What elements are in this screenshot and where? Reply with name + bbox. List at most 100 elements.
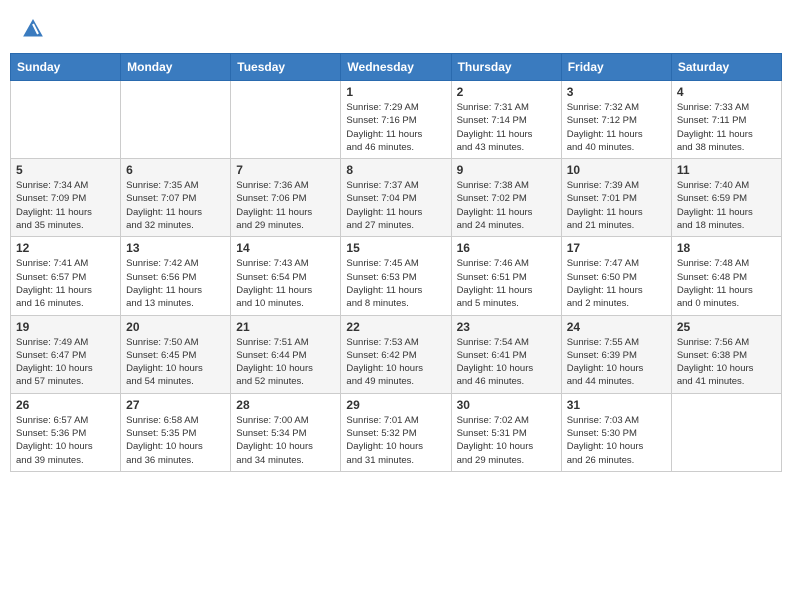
day-info: Sunrise: 7:39 AMSunset: 7:01 PMDaylight:… [567, 179, 666, 232]
logo-icon [22, 18, 44, 40]
calendar-day-28: 28 Sunrise: 7:00 AMSunset: 5:34 PMDayligh… [231, 393, 341, 471]
calendar-day-24: 24Sunrise: 7:55 AMSunset: 6:39 PMDayligh… [561, 315, 671, 393]
day-number: 28 [236, 398, 335, 412]
day-info: Sunrise: 7:42 AMSunset: 6:56 PMDaylight:… [126, 257, 225, 310]
calendar-day-2: 2 Sunrise: 7:31 AMSunset: 7:14 PMDaylight… [451, 81, 561, 159]
calendar-week-5: 26 Sunrise: 6:57 AMSunset: 5:36 PMDayligh… [11, 393, 782, 471]
calendar-table: SundayMondayTuesdayWednesdayThursdayFrid… [10, 53, 782, 472]
day-number: 20 [126, 320, 225, 334]
day-info: Sunrise: 7:32 AMSunset: 7:12 PMDaylight:… [567, 101, 666, 154]
calendar-day-18: 18Sunrise: 7:48 AMSunset: 6:48 PMDayligh… [671, 237, 781, 315]
day-number: 25 [677, 320, 776, 334]
calendar-day-9: 9 Sunrise: 7:38 AMSunset: 7:02 PMDaylight… [451, 159, 561, 237]
day-info: Sunrise: 6:57 AMSunset: 5:36 PMDaylight:… [16, 414, 115, 467]
day-number: 24 [567, 320, 666, 334]
day-number: 6 [126, 163, 225, 177]
day-header-monday: Monday [121, 54, 231, 81]
day-number: 11 [677, 163, 776, 177]
day-info: Sunrise: 7:29 AMSunset: 7:16 PMDaylight:… [346, 101, 445, 154]
day-info: Sunrise: 7:38 AMSunset: 7:02 PMDaylight:… [457, 179, 556, 232]
day-info: Sunrise: 7:31 AMSunset: 7:14 PMDaylight:… [457, 101, 556, 154]
calendar-day-25: 25 Sunrise: 7:56 AMSunset: 6:38 PMDayligh… [671, 315, 781, 393]
calendar-day-22: 22 Sunrise: 7:53 AMSunset: 6:42 PMDayligh… [341, 315, 451, 393]
day-info: Sunrise: 7:34 AMSunset: 7:09 PMDaylight:… [16, 179, 115, 232]
day-info: Sunrise: 7:00 AMSunset: 5:34 PMDaylight:… [236, 414, 335, 467]
day-info: Sunrise: 7:47 AMSunset: 6:50 PMDaylight:… [567, 257, 666, 310]
calendar-day-26: 26 Sunrise: 6:57 AMSunset: 5:36 PMDayligh… [11, 393, 121, 471]
day-header-thursday: Thursday [451, 54, 561, 81]
day-info: Sunrise: 7:45 AMSunset: 6:53 PMDaylight:… [346, 257, 445, 310]
day-number: 30 [457, 398, 556, 412]
calendar-day-3: 3 Sunrise: 7:32 AMSunset: 7:12 PMDaylight… [561, 81, 671, 159]
day-number: 16 [457, 241, 556, 255]
calendar-day-7: 7Sunrise: 7:36 AMSunset: 7:06 PMDaylight… [231, 159, 341, 237]
day-info: Sunrise: 6:58 AMSunset: 5:35 PMDaylight:… [126, 414, 225, 467]
day-header-friday: Friday [561, 54, 671, 81]
calendar-week-4: 19 Sunrise: 7:49 AMSunset: 6:47 PMDayligh… [11, 315, 782, 393]
day-info: Sunrise: 7:41 AMSunset: 6:57 PMDaylight:… [16, 257, 115, 310]
day-info: Sunrise: 7:53 AMSunset: 6:42 PMDaylight:… [346, 336, 445, 389]
day-info: Sunrise: 7:33 AMSunset: 7:11 PMDaylight:… [677, 101, 776, 154]
day-number: 15 [346, 241, 445, 255]
day-info: Sunrise: 7:01 AMSunset: 5:32 PMDaylight:… [346, 414, 445, 467]
calendar-header-row: SundayMondayTuesdayWednesdayThursdayFrid… [11, 54, 782, 81]
day-number: 27 [126, 398, 225, 412]
calendar-day-23: 23 Sunrise: 7:54 AMSunset: 6:41 PMDayligh… [451, 315, 561, 393]
calendar-day-21: 21 Sunrise: 7:51 AMSunset: 6:44 PMDayligh… [231, 315, 341, 393]
day-number: 23 [457, 320, 556, 334]
day-info: Sunrise: 7:49 AMSunset: 6:47 PMDaylight:… [16, 336, 115, 389]
day-info: Sunrise: 7:37 AMSunset: 7:04 PMDaylight:… [346, 179, 445, 232]
day-info: Sunrise: 7:56 AMSunset: 6:38 PMDaylight:… [677, 336, 776, 389]
calendar-day-11: 11 Sunrise: 7:40 AMSunset: 6:59 PMDayligh… [671, 159, 781, 237]
calendar-day-16: 16 Sunrise: 7:46 AMSunset: 6:51 PMDayligh… [451, 237, 561, 315]
day-header-wednesday: Wednesday [341, 54, 451, 81]
day-number: 22 [346, 320, 445, 334]
day-number: 10 [567, 163, 666, 177]
calendar-day-10: 10 Sunrise: 7:39 AMSunset: 7:01 PMDayligh… [561, 159, 671, 237]
day-number: 31 [567, 398, 666, 412]
calendar-day-19: 19 Sunrise: 7:49 AMSunset: 6:47 PMDayligh… [11, 315, 121, 393]
day-number: 17 [567, 241, 666, 255]
calendar-day-6: 6 Sunrise: 7:35 AMSunset: 7:07 PMDaylight… [121, 159, 231, 237]
calendar-week-1: 1 Sunrise: 7:29 AMSunset: 7:16 PMDaylight… [11, 81, 782, 159]
day-info: Sunrise: 7:43 AMSunset: 6:54 PMDaylight:… [236, 257, 335, 310]
calendar-day-8: 8Sunrise: 7:37 AMSunset: 7:04 PMDaylight… [341, 159, 451, 237]
day-number: 26 [16, 398, 115, 412]
calendar-day-12: 12 Sunrise: 7:41 AMSunset: 6:57 PMDayligh… [11, 237, 121, 315]
day-number: 12 [16, 241, 115, 255]
day-info: Sunrise: 7:36 AMSunset: 7:06 PMDaylight:… [236, 179, 335, 232]
day-number: 9 [457, 163, 556, 177]
day-info: Sunrise: 7:51 AMSunset: 6:44 PMDaylight:… [236, 336, 335, 389]
day-info: Sunrise: 7:50 AMSunset: 6:45 PMDaylight:… [126, 336, 225, 389]
day-info: Sunrise: 7:54 AMSunset: 6:41 PMDaylight:… [457, 336, 556, 389]
day-info: Sunrise: 7:02 AMSunset: 5:31 PMDaylight:… [457, 414, 556, 467]
day-info: Sunrise: 7:03 AMSunset: 5:30 PMDaylight:… [567, 414, 666, 467]
day-number: 4 [677, 85, 776, 99]
calendar-day-4: 4 Sunrise: 7:33 AMSunset: 7:11 PMDaylight… [671, 81, 781, 159]
logo [20, 18, 44, 45]
calendar-body: 1 Sunrise: 7:29 AMSunset: 7:16 PMDaylight… [11, 81, 782, 472]
calendar-day-20: 20 Sunrise: 7:50 AMSunset: 6:45 PMDayligh… [121, 315, 231, 393]
day-number: 21 [236, 320, 335, 334]
day-number: 19 [16, 320, 115, 334]
calendar-day-17: 17 Sunrise: 7:47 AMSunset: 6:50 PMDayligh… [561, 237, 671, 315]
calendar-day-5: 5 Sunrise: 7:34 AMSunset: 7:09 PMDaylight… [11, 159, 121, 237]
calendar-day-31: 31 Sunrise: 7:03 AMSunset: 5:30 PMDayligh… [561, 393, 671, 471]
day-number: 1 [346, 85, 445, 99]
calendar-day-1: 1 Sunrise: 7:29 AMSunset: 7:16 PMDaylight… [341, 81, 451, 159]
calendar-week-3: 12 Sunrise: 7:41 AMSunset: 6:57 PMDayligh… [11, 237, 782, 315]
calendar-empty [121, 81, 231, 159]
day-number: 2 [457, 85, 556, 99]
day-info: Sunrise: 7:48 AMSunset: 6:48 PMDaylight:… [677, 257, 776, 310]
day-header-tuesday: Tuesday [231, 54, 341, 81]
day-info: Sunrise: 7:35 AMSunset: 7:07 PMDaylight:… [126, 179, 225, 232]
calendar-empty [671, 393, 781, 471]
day-info: Sunrise: 7:46 AMSunset: 6:51 PMDaylight:… [457, 257, 556, 310]
day-number: 13 [126, 241, 225, 255]
day-header-sunday: Sunday [11, 54, 121, 81]
day-info: Sunrise: 7:40 AMSunset: 6:59 PMDaylight:… [677, 179, 776, 232]
day-number: 5 [16, 163, 115, 177]
calendar-empty [11, 81, 121, 159]
calendar-day-13: 13 Sunrise: 7:42 AMSunset: 6:56 PMDayligh… [121, 237, 231, 315]
day-number: 3 [567, 85, 666, 99]
